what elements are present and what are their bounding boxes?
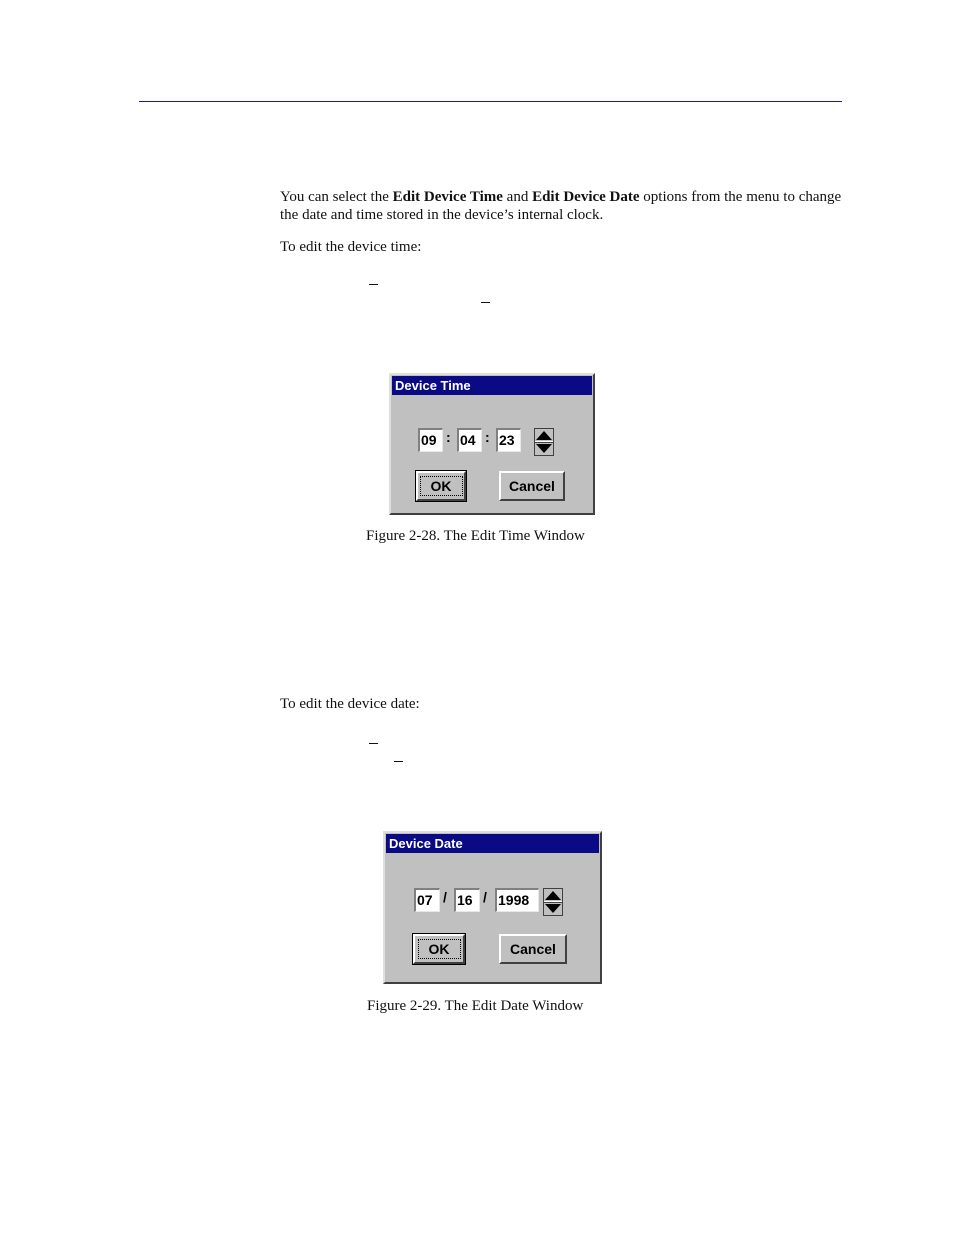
arrow-down-icon [536,444,552,453]
dialog-title: Device Time [392,376,592,395]
arrow-up-icon [545,891,561,900]
device-time-dialog: Device Time 09 : 04 : 23 OK Cancel [389,373,595,515]
ok-label: OK [417,939,461,959]
day-input[interactable]: 16 [454,888,480,912]
hours-input[interactable]: 09 [418,428,443,452]
figure-caption: Figure 2-28. The Edit Time Window [366,528,585,544]
minutes-input[interactable]: 04 [457,428,482,452]
mnemonic-underline [481,302,490,303]
ok-button[interactable]: OK [415,470,467,502]
date-fields: 07 / 16 / 1998 [414,888,594,916]
time-separator: : [485,429,490,445]
time-separator: : [446,429,451,445]
intro-paragraph: You can select the Edit Device Time and … [280,188,845,224]
month-input[interactable]: 07 [414,888,440,912]
mnemonic-underline [369,743,378,744]
edit-device-date-term: Edit Device Date [532,189,640,205]
date-separator: / [483,889,487,905]
intro-text: You can select the [280,189,393,205]
intro-text: and [502,189,533,205]
figure-caption: Figure 2-29. The Edit Date Window [367,998,584,1014]
seconds-input[interactable]: 23 [496,428,521,452]
time-fields: 09 : 04 : 23 [418,428,578,456]
mnemonic-underline [369,284,378,285]
ok-button[interactable]: OK [412,933,466,965]
arrow-up-icon [536,431,552,440]
date-separator: / [443,889,447,905]
cancel-button[interactable]: Cancel [499,934,567,964]
device-date-dialog: Device Date 07 / 16 / 1998 OK Cancel [383,831,602,984]
header-rule [139,101,842,102]
time-steps-intro: To edit the device time: [280,239,422,255]
cancel-button[interactable]: Cancel [499,471,565,501]
edit-device-time-term: Edit Device Time [392,189,503,205]
spin-down-button[interactable] [535,441,553,455]
arrow-down-icon [545,904,561,913]
date-spinner[interactable] [543,888,563,916]
time-spinner[interactable] [534,428,554,456]
dialog-title: Device Date [386,834,599,853]
year-input[interactable]: 1998 [495,888,539,912]
mnemonic-underline [394,761,403,762]
spin-down-button[interactable] [544,901,562,915]
date-steps-intro: To edit the device date: [280,696,420,712]
ok-label: OK [419,476,463,496]
